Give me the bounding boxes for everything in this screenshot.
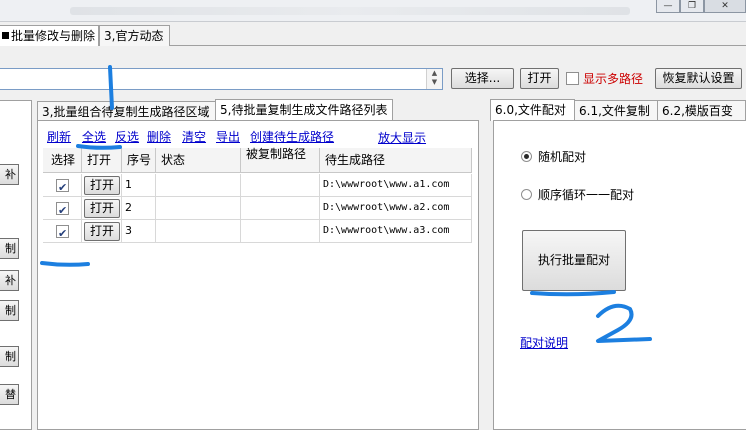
tab-label: 批量修改与删除 [11, 29, 96, 43]
row-checkbox[interactable] [56, 223, 69, 242]
close-icon[interactable]: ✕ [704, 0, 746, 13]
row-open-button[interactable]: 打开 [84, 222, 120, 241]
row-target-path: D:\wwwroot\www.a2.com [320, 197, 472, 220]
restore-icon[interactable]: ❐ [680, 0, 704, 13]
minimize-icon[interactable]: — [656, 0, 680, 13]
zoom-link[interactable]: 放大显示 [378, 129, 426, 146]
row-index: 2 [122, 197, 156, 220]
tab-file-copy[interactable]: 6.1,文件复制 [574, 100, 658, 121]
left-button-6[interactable]: 替 [0, 384, 19, 405]
row-index: 3 [122, 220, 156, 243]
tab-batch-modify[interactable]: 批量修改与删除 [0, 25, 99, 46]
tab-file-pairing[interactable]: 6.0,文件配对 [490, 99, 575, 121]
tab-marker-icon [2, 32, 9, 39]
table-row[interactable]: 打开 2 D:\wwwroot\www.a2.com [43, 197, 472, 220]
row-select-cell [43, 197, 82, 220]
column-header-target[interactable]: 待生成路径 [320, 148, 472, 173]
row-open-cell: 打开 [82, 197, 122, 220]
pairing-help-link[interactable]: 配对说明 [520, 334, 568, 351]
left-button-4[interactable]: 制 [0, 300, 19, 321]
scroll-up-icon[interactable]: ▲ [427, 69, 442, 78]
row-status [156, 220, 241, 243]
column-header-status[interactable]: 状态 [156, 148, 241, 173]
row-checkbox[interactable] [56, 177, 69, 196]
sequence-pairing-label: 顺序循环一一配对 [538, 188, 635, 202]
column-header-index[interactable]: 序号 [122, 148, 156, 173]
select-button[interactable]: 选择... [451, 68, 514, 89]
column-header-source[interactable]: 被复制路径 [241, 148, 320, 173]
refresh-link[interactable]: 刷新 [47, 128, 71, 145]
create-paths-link[interactable]: 创建待生成路径 [250, 128, 334, 145]
random-pairing-radio[interactable] [521, 151, 532, 162]
scroll-down-icon[interactable]: ▼ [427, 78, 442, 87]
row-source-path [241, 174, 320, 197]
tab-path-region[interactable]: 3,批量组合待复制生成路径区域 [37, 101, 216, 122]
row-open-button[interactable]: 打开 [84, 176, 120, 195]
restore-default-button[interactable]: 恢复默认设置 [655, 68, 742, 89]
tab-template-variants[interactable]: 6.2,模版百变 [657, 100, 746, 121]
row-target-path: D:\wwwroot\www.a3.com [320, 220, 472, 243]
row-open-button[interactable]: 打开 [84, 199, 120, 218]
left-button-5[interactable]: 制 [0, 346, 19, 367]
row-target-path: D:\wwwroot\www.a1.com [320, 174, 472, 197]
path-input[interactable] [0, 68, 443, 90]
tab-official-news[interactable]: 3,官方动态 [99, 25, 170, 46]
delete-link[interactable]: 删除 [147, 128, 171, 145]
random-pairing-label: 随机配对 [538, 150, 587, 164]
row-select-cell [43, 174, 82, 197]
left-button-2[interactable]: 制 [0, 238, 19, 259]
left-button-3[interactable]: 补 [0, 270, 19, 291]
select-all-link[interactable]: 全选 [82, 128, 106, 145]
row-open-cell: 打开 [82, 174, 122, 197]
show-multi-path-checkbox[interactable] [566, 72, 579, 85]
tab-label: 3,官方动态 [104, 29, 164, 43]
row-status [156, 174, 241, 197]
open-button[interactable]: 打开 [520, 68, 559, 89]
path-spinner[interactable]: ▲ ▼ [426, 69, 442, 89]
row-source-path [241, 220, 320, 243]
invert-selection-link[interactable]: 反选 [115, 128, 139, 145]
row-select-cell [43, 220, 82, 243]
path-table: 选择 打开 序号 状态 被复制路径 待生成路径 打开 1 D:\wwwroot\… [43, 148, 472, 248]
table-row[interactable]: 打开 3 D:\wwwroot\www.a3.com [43, 220, 472, 243]
left-button-1[interactable]: 补 [0, 164, 19, 185]
row-source-path [241, 197, 320, 220]
export-link[interactable]: 导出 [216, 128, 240, 145]
show-multi-path-label: 显示多路径 [583, 72, 644, 86]
row-open-cell: 打开 [82, 220, 122, 243]
left-panel [0, 100, 32, 430]
clear-link[interactable]: 清空 [182, 128, 206, 145]
tab-path-list[interactable]: 5,待批量复制生成文件路径列表 [215, 99, 393, 121]
column-header-open[interactable]: 打开 [82, 148, 122, 173]
row-status [156, 197, 241, 220]
execute-pairing-button[interactable]: 执行批量配对 [522, 230, 626, 291]
sequence-pairing-radio[interactable] [521, 189, 532, 200]
column-header-select[interactable]: 选择 [43, 148, 82, 173]
table-row[interactable]: 打开 1 D:\wwwroot\www.a1.com [43, 174, 472, 197]
row-checkbox[interactable] [56, 200, 69, 219]
title-bar-text-area [70, 7, 630, 15]
row-index: 1 [122, 174, 156, 197]
